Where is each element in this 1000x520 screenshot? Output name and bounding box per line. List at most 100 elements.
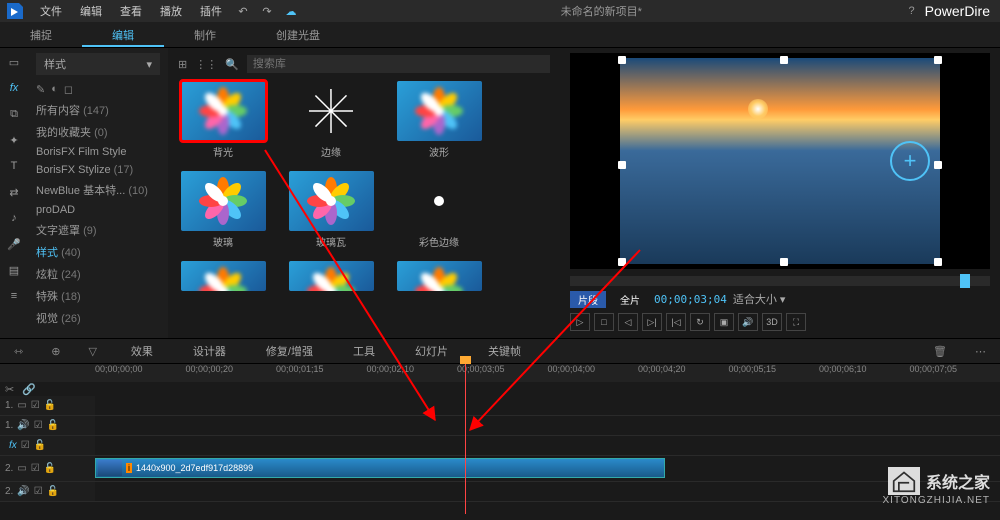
title-room-icon[interactable]: T (4, 157, 24, 175)
preview-viewport[interactable]: + (570, 53, 990, 269)
track-lock-icon[interactable]: 🔓 (34, 440, 46, 451)
resize-handle[interactable] (780, 258, 788, 266)
menu-edit[interactable]: 编辑 (72, 1, 110, 21)
resize-handle[interactable] (618, 56, 626, 64)
track-lock-icon[interactable]: 🔓 (47, 420, 59, 431)
help-icon[interactable]: ? (901, 5, 923, 17)
trash-icon[interactable]: 🗑 (929, 345, 951, 358)
media-room-icon[interactable]: ▭ (4, 53, 24, 71)
menu-play[interactable]: 播放 (152, 1, 190, 21)
category-item[interactable]: 文字遮罩 (9) (36, 219, 160, 241)
grid-icon[interactable]: ⊞ (178, 58, 187, 71)
resize-handle[interactable] (934, 56, 942, 64)
audio-room-icon[interactable]: ♪ (4, 209, 24, 227)
effect-button[interactable]: 效果 (121, 343, 163, 359)
pip-room-icon[interactable]: ⧉ (4, 105, 24, 123)
tab-create-disc[interactable]: 创建光盘 (246, 22, 350, 47)
search-icon[interactable]: 🔍 (225, 58, 239, 71)
tag-clip[interactable]: 片段 (570, 291, 606, 308)
link-icon[interactable]: 🔗 (22, 383, 36, 396)
stop-button[interactable]: □ (594, 313, 614, 331)
track-visible-icon[interactable]: ☑ (31, 400, 40, 411)
loop-button[interactable]: ↻ (690, 313, 710, 331)
library-thumb[interactable]: 背光 (178, 81, 268, 159)
library-thumb[interactable] (286, 261, 376, 291)
tag-all[interactable]: 全片 (612, 291, 648, 308)
prev-frame-button[interactable]: ◁ (618, 313, 638, 331)
fix-enhance-button[interactable]: 修复/增强 (256, 343, 323, 359)
undo-icon[interactable]: ↶ (235, 3, 251, 19)
slideshow-button[interactable]: 幻灯片 (405, 343, 458, 359)
eraser-icon[interactable]: ◻ (64, 83, 73, 96)
redo-icon[interactable]: ↷ (259, 3, 275, 19)
voice-room-icon[interactable]: 🎤 (4, 235, 24, 253)
timeline-track[interactable]: 2.🔊☑🔓 (0, 482, 1000, 502)
snapshot-button[interactable]: ▣ (714, 313, 734, 331)
menu-plugin[interactable]: 插件 (192, 1, 230, 21)
fullscreen-button[interactable]: ⛶ (786, 313, 806, 331)
library-thumb[interactable]: 彩色边缘 (394, 171, 484, 249)
fit-dropdown[interactable]: 适合大小 ▾ (733, 291, 786, 307)
category-item[interactable]: 所有内容 (147) (36, 99, 160, 121)
track-body[interactable] (95, 396, 1000, 415)
add-icon[interactable]: + (890, 141, 930, 181)
fx-room-icon[interactable]: fx (4, 79, 24, 97)
3d-button[interactable]: 3D (762, 313, 782, 331)
category-item[interactable]: 我的收藏夹 (0) (36, 121, 160, 143)
tab-capture[interactable]: 捕捉 (0, 22, 82, 47)
timeline-track[interactable]: 1.▭☑🔓 (0, 396, 1000, 416)
category-item[interactable]: 特殊 (18) (36, 285, 160, 307)
designer-button[interactable]: 设计器 (183, 343, 236, 359)
volume-button[interactable]: 🔊 (738, 313, 758, 331)
tab-produce[interactable]: 制作 (164, 22, 246, 47)
track-body[interactable] (95, 436, 1000, 455)
track-body[interactable]: i1440x900_2d7edf917d28899 (95, 456, 1000, 481)
category-item[interactable]: BorisFX Film Style (36, 143, 160, 161)
split-icon[interactable]: ✂ (5, 383, 14, 396)
track-lock-icon[interactable]: 🔓 (44, 463, 56, 474)
library-thumb[interactable]: 玻璃瓦 (286, 171, 376, 249)
tools-button[interactable]: 工具 (343, 343, 385, 359)
library-thumb[interactable]: 玻璃 (178, 171, 268, 249)
more-icon[interactable]: ⋯ (971, 345, 990, 358)
sort-icon[interactable]: ⋮⋮ (195, 58, 217, 71)
track-lock-icon[interactable]: 🔓 (44, 400, 56, 411)
menu-view[interactable]: 查看 (112, 1, 150, 21)
particle-room-icon[interactable]: ✦ (4, 131, 24, 149)
resize-handle[interactable] (780, 56, 788, 64)
timeline-track[interactable]: 2.▭☑🔓i1440x900_2d7edf917d28899 (0, 456, 1000, 482)
tab-edit[interactable]: 编辑 (82, 22, 164, 47)
timeline-ruler[interactable]: 00;00;00;0000;00;00;2000;00;01;1500;00;0… (0, 364, 1000, 382)
category-item[interactable]: NewBlue 基本特... (10) (36, 179, 160, 201)
category-item[interactable]: 样式 (40) (36, 241, 160, 263)
zoom-icon[interactable]: ⊕ (47, 345, 64, 358)
menu-file[interactable]: 文件 (32, 1, 70, 21)
track-visible-icon[interactable]: ☑ (34, 486, 43, 497)
search-input[interactable] (247, 55, 550, 73)
timeline-clip[interactable]: i1440x900_2d7edf917d28899 (95, 458, 665, 478)
track-body[interactable] (95, 416, 1000, 435)
library-thumb[interactable] (178, 261, 268, 291)
transition-room-icon[interactable]: ⇄ (4, 183, 24, 201)
library-thumb[interactable] (394, 261, 484, 291)
timeline-track[interactable]: fx☑🔓 (0, 436, 1000, 456)
skip-back-button[interactable]: |◁ (666, 313, 686, 331)
fit-width-icon[interactable]: ⇿ (10, 345, 27, 358)
library-thumb[interactable]: 波形 (394, 81, 484, 159)
resize-handle[interactable] (934, 161, 942, 169)
subtitle-room-icon[interactable]: ≡ (4, 287, 24, 305)
timeline-track[interactable]: 1.🔊☑🔓 (0, 416, 1000, 436)
track-body[interactable] (95, 482, 1000, 501)
playhead[interactable] (465, 364, 466, 514)
resize-handle[interactable] (934, 258, 942, 266)
chapter-room-icon[interactable]: ▤ (4, 261, 24, 279)
category-dropdown[interactable]: 样式 ▾ (36, 53, 160, 75)
play-button[interactable]: ▷ (570, 313, 590, 331)
category-item[interactable]: proDAD (36, 201, 160, 219)
library-thumb[interactable]: 边缘 (286, 81, 376, 159)
cloud-icon[interactable]: ☁ (283, 3, 299, 19)
track-visible-icon[interactable]: ☑ (21, 440, 30, 451)
brush-icon[interactable]: ✎ (36, 83, 45, 96)
keyframe-button[interactable]: 关键帧 (478, 343, 531, 359)
category-item[interactable]: 炫粒 (24) (36, 263, 160, 285)
